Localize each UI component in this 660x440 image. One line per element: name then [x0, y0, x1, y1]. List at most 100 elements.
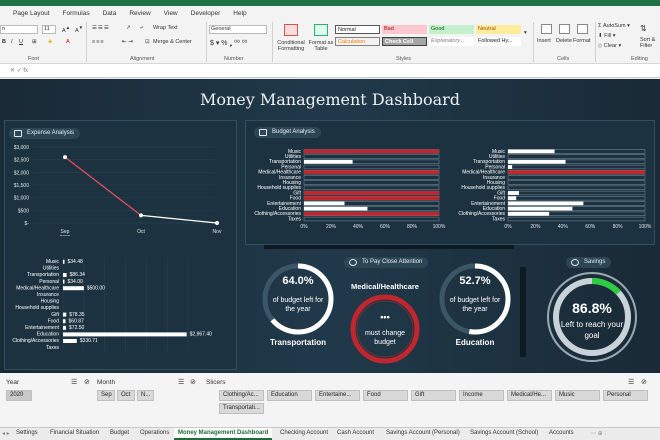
sheet-tab-dashboard[interactable]: Money Management Dashboard	[174, 428, 273, 440]
slicer-transportation[interactable]: Transportati...	[219, 403, 264, 414]
orientation-icon[interactable]: ↗	[126, 25, 131, 31]
fill-color-icon[interactable]: ◈	[48, 39, 52, 45]
slicer-music[interactable]: Music	[555, 390, 600, 401]
format-table-button[interactable]: Format as Table	[307, 40, 335, 52]
year-clear-filter-icon[interactable]: ⊘	[84, 378, 90, 386]
sheet-tab-cash[interactable]: Cash Account	[337, 430, 374, 436]
align-top-icons[interactable]: ☰☰☰	[92, 25, 110, 31]
align-left-icons[interactable]: ≡≡≡	[92, 39, 105, 45]
wrap-text-icon[interactable]: ⤶	[140, 25, 143, 32]
bold-button[interactable]: B	[2, 39, 6, 45]
style-explanatory[interactable]: Explanatory...	[429, 37, 474, 46]
borders-icon[interactable]: ⊞	[32, 39, 37, 45]
group-editing: Editing	[631, 56, 648, 62]
year-filter-icon[interactable]: ☰	[71, 378, 77, 386]
sheet-nav-icon[interactable]: ◂ ▸	[2, 430, 10, 437]
sheet-tab-savings-school[interactable]: Savings Account (School)	[470, 430, 538, 436]
data-label: $72.50	[69, 325, 85, 331]
slicer-gift[interactable]: Gift	[411, 390, 456, 401]
slicer-entertainment[interactable]: Entertaine...	[315, 390, 360, 401]
category-label: Clothing/Accessories	[12, 338, 59, 344]
slicer-income[interactable]: Income	[459, 390, 504, 401]
delete-icon[interactable]	[559, 24, 570, 34]
group-cells: Cells	[557, 56, 570, 62]
tab-view[interactable]: View	[164, 10, 178, 17]
transport-label: Transportation	[269, 338, 326, 347]
month-slicer-sep[interactable]: Sep	[97, 390, 115, 401]
conditional-format-button[interactable]: Conditional Formatting	[275, 40, 307, 52]
data-label: $78.35	[69, 312, 85, 318]
transport-text: of budget left for the year	[272, 297, 324, 313]
format-table-icon[interactable]	[314, 24, 328, 36]
font-size-increase[interactable]: A▲	[62, 25, 70, 34]
slicer-medical[interactable]: Medical/He...	[507, 390, 552, 401]
budget-bar-track	[507, 164, 646, 170]
style-check-cell[interactable]: Check Cell	[382, 37, 427, 46]
sheet-tab-financial[interactable]: Financial Situation	[50, 430, 99, 436]
sort-filter-icon[interactable]: ⇅	[640, 24, 647, 33]
conditional-format-icon[interactable]	[284, 24, 298, 36]
sheet-tab-settings[interactable]: Settings	[16, 430, 38, 436]
sheet-tab-operations[interactable]: Operations	[140, 430, 169, 436]
style-bad[interactable]: Bad	[382, 25, 427, 34]
slicers-filter-icon[interactable]: ☰	[628, 378, 634, 386]
budget-title-text: Budget Analysis	[272, 129, 315, 135]
delete-button[interactable]: Delete	[556, 38, 572, 44]
wrap-text-button[interactable]: Wrap Text	[153, 25, 178, 31]
fill-button[interactable]: Fill	[604, 33, 611, 39]
tab-review[interactable]: Review	[129, 10, 150, 17]
month-slicer-nov[interactable]: N...	[137, 390, 154, 401]
slicer-personal[interactable]: Personal	[603, 390, 648, 401]
tab-data[interactable]: Data	[103, 10, 117, 17]
tab-developer[interactable]: Developer	[191, 10, 221, 17]
autosum-button[interactable]: AutoSum	[603, 23, 626, 29]
number-format-select[interactable]: General	[209, 25, 267, 34]
sheet-more-icon[interactable]: ⋯ ⊕ :	[590, 430, 606, 437]
year-slicer-item[interactable]: 2020	[6, 390, 32, 401]
slicers-clear-filter-icon[interactable]: ⊘	[641, 378, 647, 386]
budget-bar-fill	[508, 196, 517, 201]
attention-title-text: To Pay Close Attention	[362, 259, 423, 265]
month-filter-icon[interactable]: ☰	[178, 378, 184, 386]
clear-button[interactable]: Clear	[604, 43, 617, 49]
font-size-box[interactable]: 11	[42, 25, 56, 34]
tab-help[interactable]: Help	[233, 10, 246, 17]
merge-icon[interactable]: ⊡	[145, 39, 150, 45]
formula-bar[interactable]: ✕ ✓ fx	[0, 64, 660, 78]
format-icon[interactable]	[577, 24, 588, 34]
insert-button[interactable]: Insert	[537, 38, 551, 44]
italic-button[interactable]: I	[11, 39, 13, 45]
indent-icons[interactable]: ⇤ ⇥	[122, 39, 133, 45]
number-format-icons[interactable]: $ ▾ % ❟ ⁰⁰ ⁰⁰	[210, 39, 247, 48]
style-followed-hyperlink[interactable]: Followed Hy...	[476, 37, 521, 46]
data-label: $500.00	[87, 285, 105, 291]
style-good[interactable]: Good	[429, 25, 474, 34]
slicer-education[interactable]: Education	[267, 390, 312, 401]
font-size-decrease[interactable]: A▼	[75, 25, 83, 34]
insert-icon[interactable]	[541, 24, 552, 34]
font-name-box[interactable]: n	[0, 25, 38, 34]
font-color-icon[interactable]: A	[66, 39, 70, 45]
style-normal[interactable]: Normal	[335, 25, 380, 34]
sheet-tab-accounts[interactable]: Accounts	[549, 430, 574, 436]
y-tick-label: $1,000	[14, 196, 30, 202]
month-clear-filter-icon[interactable]: ⊘	[190, 378, 196, 386]
merge-center-button[interactable]: Merge & Center	[153, 39, 192, 45]
slicer-food[interactable]: Food	[363, 390, 408, 401]
sheet-tab-checking[interactable]: Checking Account	[280, 430, 328, 436]
tab-page-layout[interactable]: Page Layout	[13, 10, 50, 17]
style-calculation[interactable]: Calculation	[335, 37, 380, 46]
styles-more-icon[interactable]: ▾	[524, 30, 527, 36]
budget-bar-fill	[304, 206, 368, 211]
sheet-tab-budget[interactable]: Budget	[110, 430, 129, 436]
underline-button[interactable]: U	[19, 39, 23, 45]
slicer-clothing[interactable]: Clothing/Ac...	[219, 390, 264, 401]
budget-bar-fill	[508, 165, 513, 169]
style-neutral[interactable]: Neutral	[476, 25, 521, 34]
format-button[interactable]: Format	[573, 38, 590, 44]
month-slicer-oct[interactable]: Oct	[117, 390, 135, 401]
sheet-tab-savings-personal[interactable]: Savings Account (Personal)	[386, 430, 460, 436]
monitor-icon	[259, 129, 267, 136]
tab-formulas[interactable]: Formulas	[63, 10, 90, 17]
sort-filter-button[interactable]: Sort & Filter	[640, 37, 660, 49]
